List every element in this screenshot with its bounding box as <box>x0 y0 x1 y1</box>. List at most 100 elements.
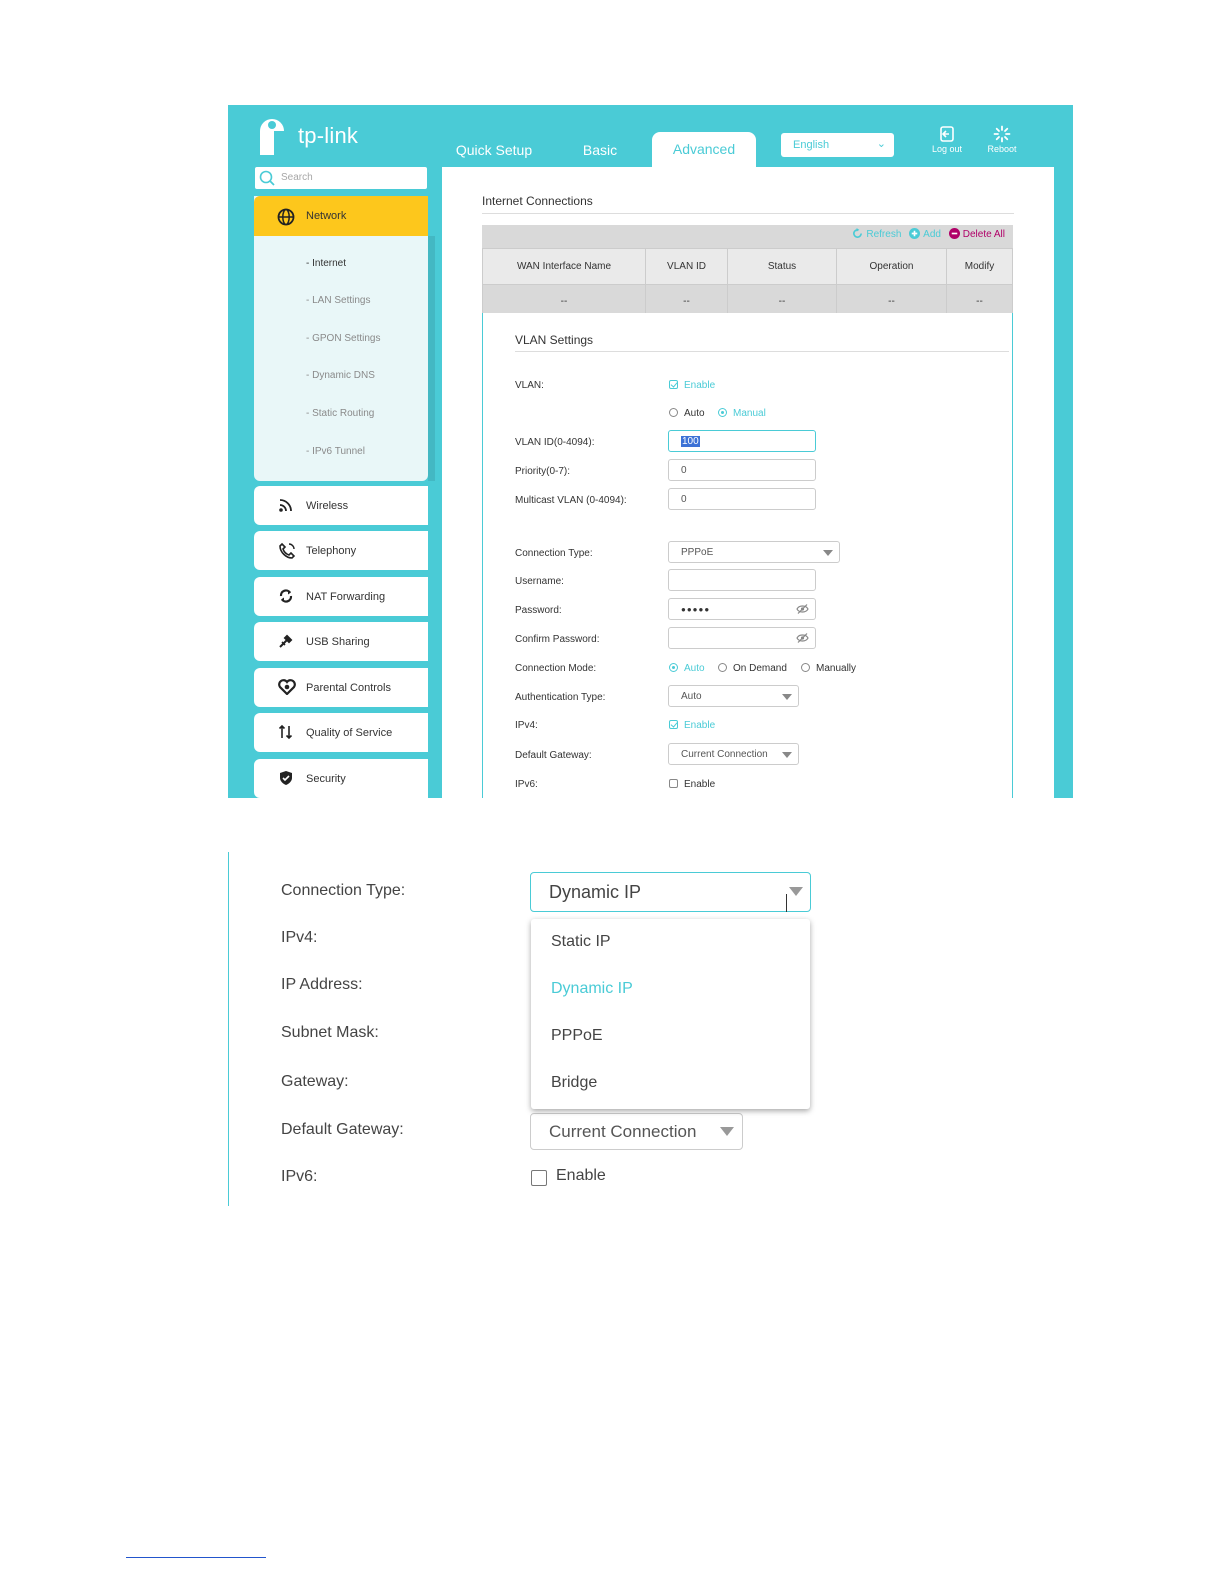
connection-mode-manually-radio[interactable]: Manually <box>801 663 856 674</box>
ipv6-enable-checkbox[interactable]: Enable <box>669 779 715 790</box>
ipv6-label: IPv6: <box>515 779 538 790</box>
connection-type-select[interactable]: Dynamic IP <box>530 872 811 912</box>
password-value: ●●●●● <box>681 605 711 614</box>
column-header: VLAN ID <box>645 248 728 285</box>
connection-type-value: PPPoE <box>681 547 714 558</box>
delete-icon <box>948 228 960 239</box>
panel-left-border <box>228 852 229 1206</box>
sidebar-subitem-static-routing[interactable]: - Static Routing <box>306 408 374 419</box>
priority-input[interactable]: 0 <box>668 459 816 481</box>
sidebar-item-parental-controls[interactable]: Parental Controls <box>254 668 428 707</box>
wan-table: WAN Interface Name VLAN ID Status Operat… <box>482 248 1013 319</box>
authentication-type-label: Authentication Type: <box>515 692 606 703</box>
password-label: Password: <box>515 605 562 616</box>
priority-label: Priority(0-7): <box>515 466 571 477</box>
vlan-enable-checkbox[interactable]: Enable <box>669 380 715 391</box>
logout-icon <box>940 126 954 142</box>
globe-icon <box>277 208 295 226</box>
sidebar-item-usb-sharing[interactable]: USB Sharing <box>254 622 428 661</box>
sidebar-item-telephony[interactable]: Telephony <box>254 531 428 570</box>
sidebar-subitem-internet[interactable]: - Internet <box>306 258 346 269</box>
checkbox-checked-icon <box>669 720 678 729</box>
checkbox-icon <box>669 779 678 788</box>
dropdown-arrow-icon <box>782 752 792 758</box>
connection-mode-label: Connection Mode: <box>515 663 597 674</box>
connection-type-dropdown-menu: Static IP Dynamic IP PPPoE Bridge <box>531 919 810 1109</box>
ipv6-enable-label: Enable <box>684 779 716 790</box>
eye-hidden-icon[interactable] <box>796 604 809 614</box>
refresh-button[interactable]: Refresh <box>852 228 901 240</box>
password-input[interactable]: ●●●●● <box>668 598 816 620</box>
mouse-cursor <box>786 894 787 912</box>
add-button[interactable]: Add <box>909 228 941 240</box>
vlan-enable-label: Enable <box>684 380 716 391</box>
delete-all-label: Delete All <box>962 229 1005 240</box>
ipv6-label: IPv6: <box>281 1168 318 1185</box>
refresh-icon <box>853 228 863 238</box>
confirm-password-input[interactable] <box>668 627 816 649</box>
username-input[interactable] <box>668 569 816 591</box>
vlan-id-input[interactable]: 100 <box>668 430 816 452</box>
sidebar-item-nat-forwarding[interactable]: NAT Forwarding <box>254 577 428 616</box>
sidebar-item-wireless[interactable]: Wireless <box>254 486 428 525</box>
username-label: Username: <box>515 576 564 587</box>
confirm-password-label: Confirm Password: <box>515 634 600 645</box>
logout-button[interactable]: Log out <box>925 125 969 154</box>
default-gateway-label: Default Gateway: <box>515 750 592 761</box>
connection-type-select[interactable]: PPPoE <box>668 541 840 563</box>
tp-link-logo: tp-link <box>252 111 382 157</box>
dropdown-arrow-icon <box>823 550 833 556</box>
dropdown-option-dynamic-ip[interactable]: Dynamic IP <box>551 980 633 998</box>
sidebar-subitem-lan-settings[interactable]: - LAN Settings <box>306 295 370 306</box>
sidebar-item-network[interactable]: Network <box>254 196 428 236</box>
vlan-mode-auto-label: Auto <box>684 408 705 419</box>
wan-table-container: Refresh Add Delete All WAN Interface Nam… <box>482 225 1013 319</box>
dropdown-option-pppoe[interactable]: PPPoE <box>551 1027 603 1045</box>
search-input[interactable]: Search <box>255 167 427 189</box>
vlan-label: VLAN: <box>515 380 544 391</box>
dropdown-arrow-icon <box>789 887 803 896</box>
sidebar-item-security[interactable]: Security <box>254 759 428 798</box>
authentication-type-select[interactable]: Auto <box>668 685 799 707</box>
gateway-label: Gateway: <box>281 1073 349 1090</box>
sidebar-subitem-gpon-settings[interactable]: - GPON Settings <box>306 333 380 344</box>
sidebar-item-quality-of-service[interactable]: Quality of Service <box>254 713 428 752</box>
sidebar-item-label: Network <box>306 210 347 222</box>
reboot-button[interactable]: Reboot <box>980 125 1024 154</box>
logout-label: Log out <box>931 144 963 154</box>
eye-hidden-icon[interactable] <box>796 633 809 643</box>
ipv4-enable-checkbox[interactable]: Enable <box>669 720 715 731</box>
reboot-label: Reboot <box>987 144 1017 154</box>
default-gateway-select[interactable]: Current Connection <box>668 743 799 765</box>
add-icon <box>909 228 921 239</box>
sidebar-subitem-dynamic-dns[interactable]: - Dynamic DNS <box>306 370 375 381</box>
ipv4-enable-label: Enable <box>684 720 716 731</box>
radio-icon <box>801 663 810 672</box>
dropdown-option-static-ip[interactable]: Static IP <box>551 933 611 951</box>
tab-basic[interactable]: Basic <box>568 133 632 167</box>
sidebar-item-label: Quality of Service <box>306 727 393 739</box>
refresh-label: Refresh <box>866 229 902 240</box>
dropdown-option-bridge[interactable]: Bridge <box>551 1074 597 1092</box>
radio-selected-icon <box>669 663 678 672</box>
checkbox-checked-icon <box>669 380 678 389</box>
multicast-vlan-input[interactable]: 0 <box>668 488 816 510</box>
connection-mode-on-demand-radio[interactable]: On Demand <box>718 663 787 674</box>
tab-quick-setup[interactable]: Quick Setup <box>446 133 542 167</box>
qos-icon <box>278 724 293 740</box>
brand-name: tp-link <box>298 123 359 148</box>
add-label: Add <box>923 229 941 240</box>
language-select[interactable]: English ⌄ <box>781 133 894 157</box>
section-title: VLAN Settings <box>515 333 594 347</box>
vlan-mode-manual-label: Manual <box>733 408 766 419</box>
sidebar-subitem-ipv6-tunnel[interactable]: - IPv6 Tunnel <box>306 446 365 457</box>
default-gateway-select[interactable]: Current Connection <box>530 1113 743 1150</box>
ipv6-enable-checkbox[interactable] <box>531 1170 547 1186</box>
tab-advanced[interactable]: Advanced <box>652 132 756 167</box>
vlan-mode-auto-radio[interactable]: Auto <box>669 408 705 419</box>
sidebar-scrollbar[interactable] <box>428 236 435 481</box>
delete-all-button[interactable]: Delete All <box>948 228 1005 240</box>
vlan-mode-manual-radio[interactable]: Manual <box>718 408 766 419</box>
table-header-row: WAN Interface Name VLAN ID Status Operat… <box>482 248 1013 285</box>
connection-mode-auto-radio[interactable]: Auto <box>669 663 705 674</box>
